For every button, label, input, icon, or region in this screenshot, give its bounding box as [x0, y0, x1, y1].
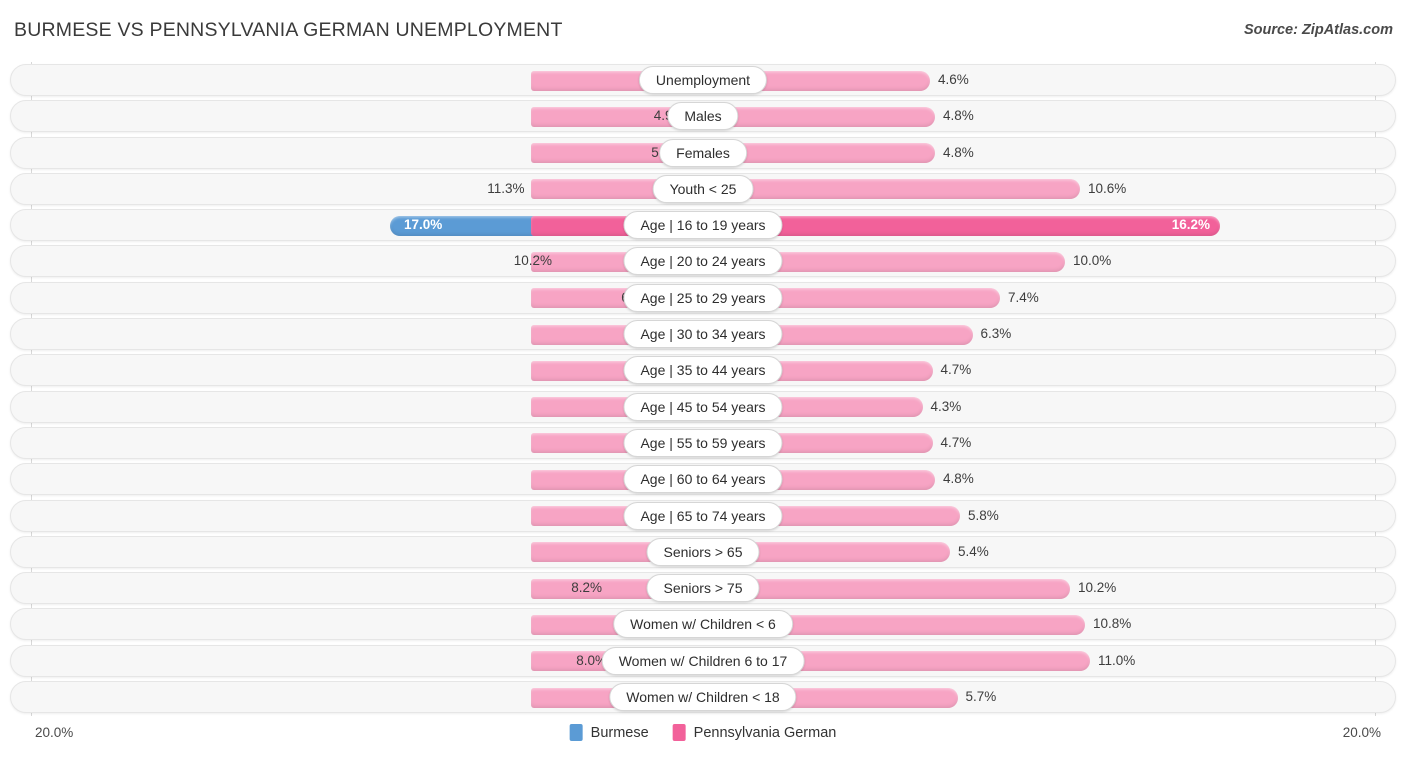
value-label-burmese: 10.2% — [494, 251, 552, 271]
value-label-pennsylvania-german: 5.4% — [958, 542, 1018, 562]
value-label-pennsylvania-german: 4.6% — [938, 70, 998, 90]
axis-label-left: 20.0% — [35, 725, 73, 740]
table-row: 10.2% 10.0% Age | 20 to 24 years — [0, 243, 1406, 279]
chart-header: BURMESE VS PENNSYLVANIA GERMAN UNEMPLOYM… — [0, 0, 1406, 62]
bar-pennsylvania-german — [531, 579, 1070, 599]
table-row: 11.3% 10.6% Youth < 25 — [0, 171, 1406, 207]
table-row: 6.2%7.4%Age | 25 to 29 years — [0, 280, 1406, 316]
row-category-label: Women w/ Children 6 to 17 — [602, 647, 805, 675]
value-label-pennsylvania-german: 4.8% — [943, 143, 1003, 163]
value-label-pennsylvania-german: 5.8% — [968, 506, 1028, 526]
value-label-pennsylvania-german: 5.7% — [966, 687, 1026, 707]
value-label-burmese: 8.2% — [544, 578, 602, 598]
row-category-label: Youth < 25 — [653, 175, 754, 203]
table-row: 8.2% 10.2% Seniors > 75 — [0, 570, 1406, 606]
row-category-label: Seniors > 75 — [647, 574, 760, 602]
value-label-pennsylvania-german: 10.2% — [1078, 578, 1138, 598]
value-label-burmese: 11.3% — [467, 179, 525, 199]
value-label-pennsylvania-german: 4.8% — [943, 469, 1003, 489]
value-label-pennsylvania-german: 6.3% — [981, 324, 1041, 344]
row-category-label: Age | 25 to 29 years — [623, 284, 782, 312]
table-row: 4.3%4.7%Age | 35 to 44 years — [0, 352, 1406, 388]
legend-label: Burmese — [591, 725, 649, 741]
chart-footer: 20.0% Burmese Pennsylvania German 20.0% — [0, 715, 1406, 757]
value-label-pennsylvania-german: 10.0% — [1073, 251, 1133, 271]
row-category-label: Age | 65 to 74 years — [623, 502, 782, 530]
legend-item[interactable]: Pennsylvania German — [673, 724, 837, 741]
table-row: 5.0%5.4%Seniors > 65 — [0, 534, 1406, 570]
row-category-label: Women w/ Children < 18 — [609, 683, 796, 711]
table-row: 4.9%4.8%Males — [0, 98, 1406, 134]
legend-item[interactable]: Burmese — [570, 724, 649, 741]
table-row: 8.0% 11.0% Women w/ Children 6 to 17 — [0, 643, 1406, 679]
row-category-label: Age | 45 to 54 years — [623, 393, 782, 421]
table-row: 5.2%5.8%Age | 65 to 74 years — [0, 498, 1406, 534]
page-title: BURMESE VS PENNSYLVANIA GERMAN UNEMPLOYM… — [14, 19, 563, 42]
value-label-burmese: 17.0% — [404, 215, 442, 235]
table-row: 4.5%4.7%Age | 55 to 59 years — [0, 425, 1406, 461]
table-row: 4.9%4.6%Unemployment — [0, 62, 1406, 98]
chart-legend: Burmese Pennsylvania German — [570, 724, 837, 741]
chart-plot-area: 4.9%4.6%Unemployment4.9%4.8%Males5.0%4.8… — [0, 62, 1406, 715]
value-label-pennsylvania-german: 4.3% — [931, 397, 991, 417]
row-category-label: Age | 16 to 19 years — [623, 211, 782, 239]
legend-swatch-icon — [570, 724, 583, 741]
value-label-pennsylvania-german: 10.6% — [1088, 179, 1148, 199]
value-label-pennsylvania-german: 4.7% — [941, 360, 1001, 380]
row-category-label: Age | 30 to 34 years — [623, 320, 782, 348]
row-category-label: Age | 20 to 24 years — [623, 247, 782, 275]
row-category-label: Unemployment — [639, 66, 767, 94]
bar-pennsylvania-german — [531, 179, 1080, 199]
table-row: 4.8%4.8%Age | 60 to 64 years — [0, 461, 1406, 497]
table-row: 17.0% 16.2% Age | 16 to 19 years — [0, 207, 1406, 243]
value-label-pennsylvania-german: 4.7% — [941, 433, 1001, 453]
value-label-pennsylvania-german: 7.4% — [1008, 288, 1068, 308]
bar-pennsylvania-german — [531, 252, 1065, 272]
table-row: 4.2%4.3%Age | 45 to 54 years — [0, 389, 1406, 425]
chart-row-list: 4.9%4.6%Unemployment4.9%4.8%Males5.0%4.8… — [0, 62, 1406, 715]
table-row: 4.9%5.7%Women w/ Children < 18 — [0, 679, 1406, 715]
value-label-pennsylvania-german: 16.2% — [1162, 215, 1210, 235]
source-attribution: Source: ZipAtlas.com — [1244, 22, 1393, 38]
value-label-burmese: 8.0% — [549, 651, 607, 671]
row-category-label: Women w/ Children < 6 — [613, 610, 793, 638]
row-category-label: Males — [667, 102, 738, 130]
row-category-label: Age | 60 to 64 years — [623, 465, 782, 493]
value-label-pennsylvania-german: 11.0% — [1098, 651, 1158, 671]
table-row: 5.1%6.3%Age | 30 to 34 years — [0, 316, 1406, 352]
legend-swatch-icon — [673, 724, 686, 741]
legend-label: Pennsylvania German — [694, 725, 837, 741]
table-row: 6.5%10.8%Women w/ Children < 6 — [0, 606, 1406, 642]
value-label-pennsylvania-german: 4.8% — [943, 106, 1003, 126]
row-category-label: Age | 55 to 59 years — [623, 429, 782, 457]
value-label-pennsylvania-german: 10.8% — [1093, 614, 1153, 634]
axis-label-right: 20.0% — [1343, 725, 1381, 740]
table-row: 5.0%4.8%Females — [0, 135, 1406, 171]
row-category-label: Age | 35 to 44 years — [623, 356, 782, 384]
row-category-label: Females — [659, 139, 747, 167]
row-category-label: Seniors > 65 — [647, 538, 760, 566]
